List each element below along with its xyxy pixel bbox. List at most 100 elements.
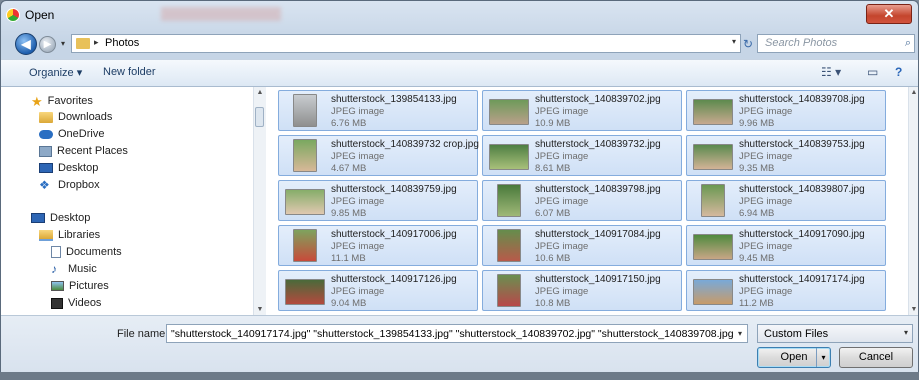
scroll-thumb[interactable]: [255, 107, 264, 127]
scroll-down-icon[interactable]: ▼: [254, 306, 266, 313]
file-item[interactable]: shutterstock_140917090.jpg JPEG image 9.…: [686, 225, 886, 266]
scroll-down-icon[interactable]: ▼: [909, 306, 918, 313]
sidebar-item-downloads[interactable]: Downloads: [39, 109, 112, 125]
photo-thumbnail: [293, 139, 317, 172]
back-button[interactable]: ◀: [15, 33, 37, 55]
file-name: shutterstock_140839732.jpg: [535, 139, 661, 150]
file-list-scrollbar[interactable]: ▲ ▼: [908, 87, 918, 315]
file-list: shutterstock_139854133.jpg JPEG image 6.…: [266, 87, 908, 315]
file-item[interactable]: shutterstock_140839732 crop.jpg JPEG ima…: [278, 135, 479, 176]
downloads-folder-icon: [39, 111, 53, 123]
file-item[interactable]: shutterstock_140917084.jpg JPEG image 10…: [482, 225, 682, 266]
photo-thumbnail: [497, 274, 521, 307]
file-type: JPEG image: [739, 151, 793, 162]
sidebar-item-recent-places[interactable]: Recent Places: [39, 143, 128, 159]
sidebar-item-label: Downloads: [58, 111, 113, 123]
open-button-label: Open: [780, 351, 808, 363]
file-item[interactable]: shutterstock_140917126.jpg JPEG image 9.…: [278, 270, 478, 311]
file-name: shutterstock_140839798.jpg: [535, 184, 661, 195]
open-button[interactable]: Open ▾: [757, 347, 831, 368]
dialog-footer: File name: "shutterstock_140917174.jpg" …: [1, 315, 918, 373]
file-size: 10.9 MB: [535, 118, 571, 129]
file-name: shutterstock_140839753.jpg: [739, 139, 865, 150]
close-button[interactable]: ✕: [866, 4, 912, 24]
chrome-app-icon: [6, 8, 20, 22]
file-type-select[interactable]: Custom Files ▾: [757, 324, 913, 343]
file-item[interactable]: shutterstock_140839798.jpg JPEG image 6.…: [482, 180, 682, 221]
scroll-up-icon[interactable]: ▲: [254, 89, 266, 96]
navigation-scrollbar[interactable]: ▲ ▼: [253, 87, 266, 315]
scroll-up-icon[interactable]: ▲: [909, 89, 918, 96]
photo-thumbnail: [693, 144, 733, 170]
file-size: 10.8 MB: [535, 298, 571, 309]
navigation-bar: ◀ ▶ ▾ ▸ Photos ▾ ↻ Search Photos ⌕: [1, 29, 918, 57]
file-size: 9.45 MB: [739, 253, 775, 264]
refresh-icon[interactable]: ↻: [743, 37, 753, 51]
file-type: JPEG image: [331, 241, 385, 252]
recent-locations-dropdown[interactable]: ▾: [61, 39, 65, 48]
sidebar-item-label: Libraries: [58, 229, 101, 241]
file-item[interactable]: shutterstock_139854133.jpg JPEG image 6.…: [278, 90, 478, 131]
videos-icon: [51, 297, 63, 309]
preview-pane-icon[interactable]: ▭: [867, 65, 878, 79]
file-name: shutterstock_139854133.jpg: [331, 94, 457, 105]
file-size: 11.2 MB: [739, 298, 774, 309]
file-item[interactable]: shutterstock_140839732.jpg JPEG image 8.…: [482, 135, 682, 176]
sidebar-item-desktop[interactable]: Desktop: [31, 210, 90, 226]
file-type: JPEG image: [739, 106, 793, 117]
search-box[interactable]: Search Photos ⌕: [757, 34, 915, 53]
file-name-value[interactable]: "shutterstock_140917174.jpg" "shuttersto…: [171, 328, 747, 340]
folder-icon: [76, 38, 90, 49]
window-title: Open: [25, 8, 55, 22]
file-name: shutterstock_140839708.jpg: [739, 94, 865, 105]
music-icon: ♪: [51, 261, 57, 276]
file-name-dropdown[interactable]: ▾: [733, 325, 747, 342]
new-folder-button[interactable]: New folder: [103, 66, 156, 78]
breadcrumb-separator[interactable]: ▸: [94, 37, 99, 48]
help-icon[interactable]: ?: [895, 65, 902, 79]
forward-button[interactable]: ▶: [39, 36, 56, 53]
file-item[interactable]: shutterstock_140839702.jpg JPEG image 10…: [482, 90, 682, 131]
breadcrumb-photos[interactable]: Photos: [105, 37, 139, 49]
file-name: shutterstock_140917126.jpg: [331, 274, 457, 285]
file-name: shutterstock_140917084.jpg: [535, 229, 661, 240]
file-item[interactable]: shutterstock_140839708.jpg JPEG image 9.…: [686, 90, 886, 131]
sidebar-item-label: Music: [68, 263, 97, 275]
file-type: JPEG image: [331, 196, 385, 207]
file-size: 6.76 MB: [331, 118, 367, 129]
sidebar-item-dropbox[interactable]: ❖ Dropbox: [39, 177, 100, 193]
sidebar-item-videos[interactable]: Videos: [51, 295, 101, 311]
sidebar-item-favorites[interactable]: ★ Favorites: [31, 93, 93, 109]
file-type: JPEG image: [331, 286, 385, 297]
file-item[interactable]: shutterstock_140839807.jpg JPEG image 6.…: [686, 180, 886, 221]
file-size: 9.35 MB: [739, 163, 775, 174]
sidebar-item-desktop-fav[interactable]: Desktop: [39, 160, 98, 176]
search-icon[interactable]: ⌕: [905, 37, 911, 50]
file-name-field[interactable]: "shutterstock_140917174.jpg" "shuttersto…: [166, 324, 748, 343]
file-name: shutterstock_140917174.jpg: [739, 274, 865, 285]
sidebar-item-label: Pictures: [69, 280, 109, 292]
sidebar-item-libraries[interactable]: Libraries: [39, 227, 100, 243]
file-item[interactable]: shutterstock_140917150.jpg JPEG image 10…: [482, 270, 682, 311]
file-size: 9.96 MB: [739, 118, 775, 129]
sidebar-item-pictures[interactable]: Pictures: [51, 278, 109, 294]
file-item[interactable]: shutterstock_140917006.jpg JPEG image 11…: [278, 225, 478, 266]
file-item[interactable]: shutterstock_140839753.jpg JPEG image 9.…: [686, 135, 886, 176]
sidebar-item-documents[interactable]: Documents: [51, 244, 122, 260]
file-item[interactable]: shutterstock_140917174.jpg JPEG image 11…: [686, 270, 886, 311]
address-bar[interactable]: ▸ Photos ▾: [71, 34, 741, 53]
organize-button[interactable]: Organize ▾: [29, 66, 82, 79]
file-name: shutterstock_140917006.jpg: [331, 229, 457, 240]
sidebar-item-onedrive[interactable]: OneDrive: [39, 126, 104, 142]
views-icon[interactable]: ☷ ▾: [821, 65, 841, 79]
file-size: 8.61 MB: [535, 163, 571, 174]
search-input[interactable]: Search Photos: [765, 37, 837, 49]
photo-thumbnail: [497, 229, 521, 262]
file-type-value: Custom Files: [764, 328, 829, 340]
open-options-dropdown[interactable]: ▾: [816, 348, 830, 367]
file-item[interactable]: shutterstock_140839759.jpg JPEG image 9.…: [278, 180, 478, 221]
photo-thumbnail: [285, 189, 325, 215]
address-dropdown[interactable]: ▾: [732, 37, 736, 46]
cancel-button[interactable]: Cancel: [839, 347, 913, 368]
sidebar-item-music[interactable]: ♪ Music: [51, 261, 97, 277]
